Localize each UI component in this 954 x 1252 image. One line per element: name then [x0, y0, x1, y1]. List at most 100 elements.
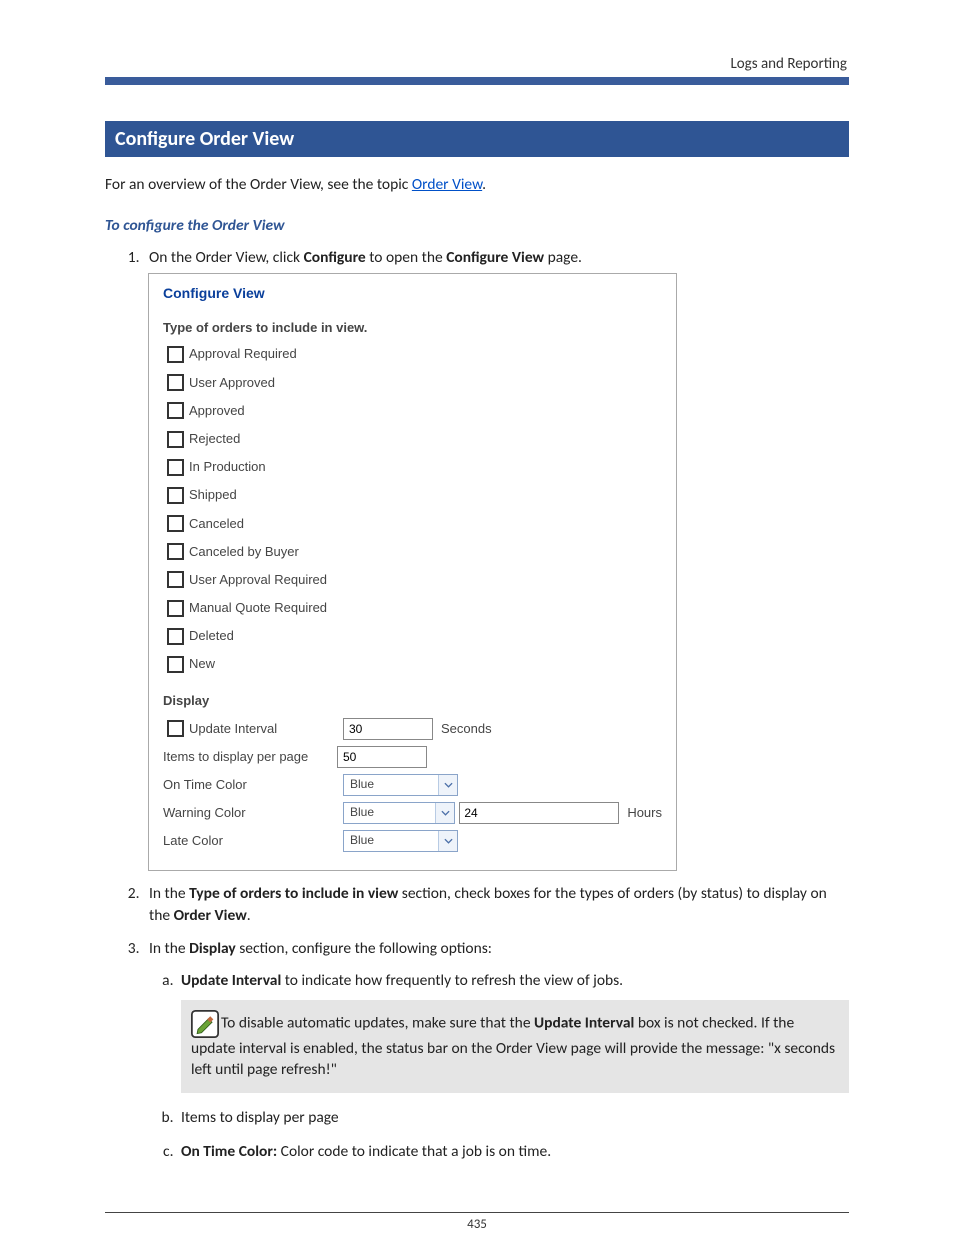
check-label: User Approved [189, 374, 275, 392]
intro-paragraph: For an overview of the Order View, see t… [105, 175, 849, 196]
step2-bold2: Order View [174, 906, 247, 925]
checkbox-icon [167, 571, 184, 588]
step3b-text: Items to display per page [181, 1108, 339, 1127]
check-label: In Production [189, 458, 266, 476]
page-number: 435 [467, 1217, 487, 1232]
step-3a: Update Interval to indicate how frequent… [177, 970, 849, 1093]
note-bold: Update Interval [534, 1013, 634, 1032]
note-box: To disable automatic updates, make sure … [181, 1000, 849, 1093]
on-time-color-label: On Time Color [163, 776, 247, 794]
check-canceled-by-buyer[interactable]: Canceled by Buyer [167, 543, 662, 561]
check-label: Deleted [189, 627, 234, 645]
update-interval-label: Update Interval [189, 720, 277, 738]
display-header: Display [163, 692, 662, 710]
check-label: New [189, 655, 215, 673]
checkbox-icon [167, 628, 184, 645]
step2-pre: In the [149, 884, 189, 903]
row-update-interval: Update Interval Seconds [163, 718, 662, 740]
step1-post: page. [544, 248, 582, 267]
check-label: Approved [189, 402, 245, 420]
on-time-color-select[interactable]: Blue [343, 774, 458, 796]
step3-post: section, configure the following options… [236, 939, 492, 958]
warning-hours-suffix: Hours [627, 804, 662, 822]
figure-title: Configure View [149, 274, 676, 316]
step1-pre: On the Order View, click [149, 248, 304, 267]
procedure-heading: To configure the Order View [105, 216, 849, 235]
intro-post: . [482, 175, 486, 194]
chevron-down-icon [435, 803, 454, 823]
check-deleted[interactable]: Deleted [167, 627, 662, 645]
late-color-select[interactable]: Blue [343, 830, 458, 852]
check-manual-quote-required[interactable]: Manual Quote Required [167, 599, 662, 617]
type-orders-header: Type of orders to include in view. [163, 319, 662, 337]
checkbox-icon [167, 374, 184, 391]
check-shipped[interactable]: Shipped [167, 486, 662, 504]
late-color-label: Late Color [163, 832, 223, 850]
check-label: Canceled [189, 515, 244, 533]
row-late-color: Late Color Blue [163, 830, 662, 852]
intro-pre: For an overview of the Order View, see t… [105, 175, 412, 194]
header-divider [105, 77, 849, 85]
section-title: Configure Order View [105, 121, 849, 157]
checkbox-icon [167, 600, 184, 617]
check-new[interactable]: New [167, 655, 662, 673]
step-3: In the Display section, configure the fo… [143, 938, 849, 1162]
row-on-time-color: On Time Color Blue [163, 774, 662, 796]
warning-color-select[interactable]: Blue [343, 802, 455, 824]
check-approved[interactable]: Approved [167, 402, 662, 420]
checkbox-icon [167, 402, 184, 419]
step3a-rest: to indicate how frequently to refresh th… [281, 971, 623, 990]
step1-bold1: Configure [304, 248, 366, 267]
update-interval-input[interactable] [343, 718, 433, 740]
step3-bold: Display [189, 939, 236, 958]
checkbox-icon [167, 543, 184, 560]
check-label: Canceled by Buyer [189, 543, 299, 561]
step3c-rest: Color code to indicate that a job is on … [277, 1142, 551, 1161]
configure-view-figure: Configure View Type of orders to include… [148, 273, 677, 871]
row-warning-color: Warning Color Blue Hours [163, 802, 662, 824]
check-label: Shipped [189, 486, 237, 504]
checkbox-icon [167, 459, 184, 476]
checkbox-icon [167, 515, 184, 532]
check-user-approved[interactable]: User Approved [167, 374, 662, 392]
dropdown-value: Blue [344, 804, 435, 821]
check-approval-required[interactable]: Approval Required [167, 345, 662, 363]
step-3c: On Time Color: Color code to indicate th… [177, 1141, 849, 1163]
row-items-per-page: Items to display per page [163, 746, 662, 768]
note-icon [191, 1010, 219, 1038]
step-3b: Items to display per page [177, 1107, 849, 1129]
header-section: Logs and Reporting [105, 55, 849, 73]
checkbox-icon [167, 346, 184, 363]
checkbox-icon [167, 487, 184, 504]
check-rejected[interactable]: Rejected [167, 430, 662, 448]
update-interval-suffix: Seconds [441, 720, 492, 738]
step3a-bold: Update Interval [181, 971, 281, 990]
dropdown-value: Blue [344, 832, 438, 849]
step1-bold2: Configure View [446, 248, 544, 267]
items-per-page-input[interactable] [337, 746, 427, 768]
page-footer: 435 [105, 1212, 849, 1232]
chevron-down-icon [438, 831, 457, 851]
chevron-down-icon [438, 775, 457, 795]
step2-bold1: Type of orders to include in view [189, 884, 398, 903]
step3c-bold: On Time Color: [181, 1142, 277, 1161]
warning-color-label: Warning Color [163, 804, 246, 822]
checkbox-icon [167, 656, 184, 673]
check-label: Rejected [189, 430, 240, 448]
dropdown-value: Blue [344, 776, 438, 793]
step3-pre: In the [149, 939, 189, 958]
step2-post: . [247, 906, 251, 925]
check-label: User Approval Required [189, 571, 327, 589]
check-label: Approval Required [189, 345, 297, 363]
check-canceled[interactable]: Canceled [167, 515, 662, 533]
warning-hours-input[interactable] [459, 802, 619, 824]
order-view-link[interactable]: Order View [412, 175, 482, 194]
step-2: In the Type of orders to include in view… [143, 883, 849, 926]
check-user-approval-required[interactable]: User Approval Required [167, 571, 662, 589]
check-in-production[interactable]: In Production [167, 458, 662, 476]
checkbox-icon[interactable] [167, 720, 184, 737]
check-label: Manual Quote Required [189, 599, 327, 617]
items-per-page-label: Items to display per page [163, 748, 308, 766]
checkbox-icon [167, 431, 184, 448]
step-1: On the Order View, click Configure to op… [143, 247, 849, 871]
